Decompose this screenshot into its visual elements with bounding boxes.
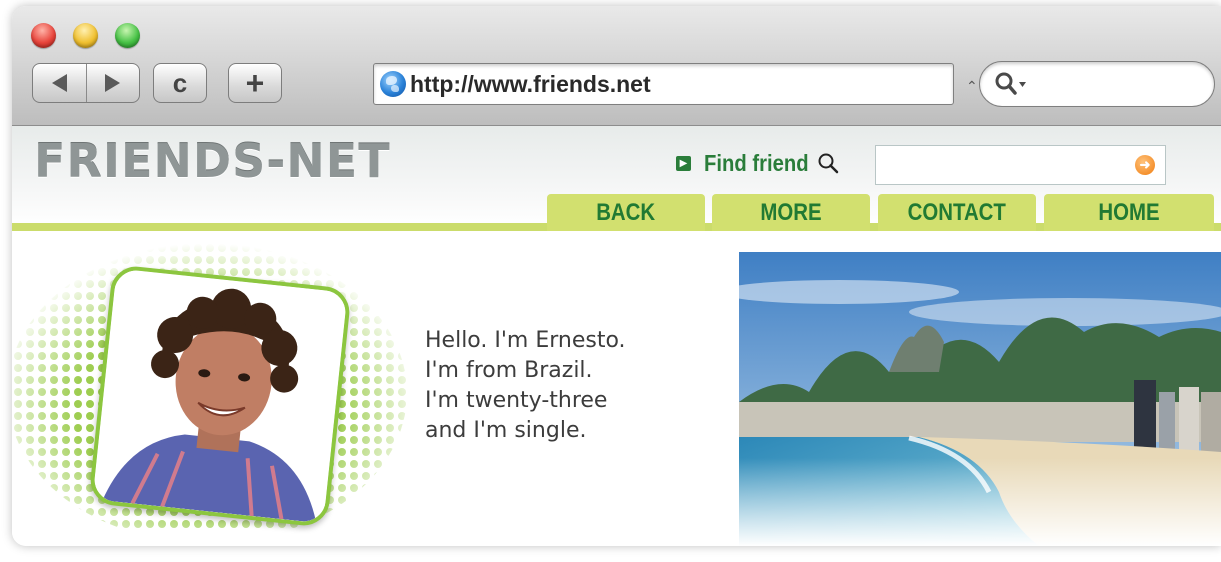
bio-line: I'm twenty-three [425,388,608,413]
nav-tab-contact-label: CONTACT [907,198,1007,226]
globe-icon [380,71,406,97]
nav-tab-back-label: BACK [596,198,656,226]
bio-line: Hello. I'm Ernesto. [425,328,626,353]
close-window-button[interactable] [31,23,56,48]
find-friend-input[interactable]: ➜ [875,145,1166,185]
new-tab-button[interactable]: + [228,63,282,103]
url-dropdown-icon[interactable]: ⌃ [966,78,978,95]
forward-button[interactable] [87,64,140,102]
nav-tab-contact[interactable]: CONTACT [878,194,1036,231]
bio-line: I'm from Brazil. [425,358,593,383]
browser-toolbar: c + http://www.friends.net ⌃ [12,6,1221,126]
profile-photo[interactable] [88,264,352,528]
browser-window: c + http://www.friends.net ⌃ FRIENDS-NET… [12,6,1221,546]
zoom-window-button[interactable] [115,23,140,48]
nav-tab-home-label: HOME [1098,198,1160,226]
minimize-window-button[interactable] [73,23,98,48]
reload-button[interactable]: c [153,63,207,103]
nav-tab-home[interactable]: HOME [1044,194,1214,231]
back-arrow-icon [51,74,67,92]
profile-bio: Hello. I'm Ernesto. I'm from Brazil. I'm… [425,326,626,446]
find-bullet-icon: ▶ [676,156,691,171]
arrow-go-icon[interactable]: ➜ [1135,155,1155,175]
plus-icon: + [245,64,265,101]
find-friend: ▶ Find friend [676,150,841,177]
bio-line: and I'm single. [425,418,587,443]
reload-icon: c [172,67,188,98]
site-logo[interactable]: FRIENDS-NET [34,134,391,188]
back-button[interactable] [33,64,87,102]
rio-beach-photo [739,252,1221,546]
avatar [92,268,348,524]
find-friend-label[interactable]: Find friend [704,150,809,177]
address-bar-url: http://www.friends.net [410,70,651,97]
nav-tab-more-label: MORE [760,198,822,226]
web-page: FRIENDS-NET ▶ Find friend ➜ BACK MORE CO… [12,126,1221,546]
back-forward-buttons [32,63,140,103]
search-icon [995,72,1026,95]
city-image [739,252,1221,546]
nav-tab-back[interactable]: BACK [547,194,705,231]
magnifier-icon [818,153,839,173]
address-bar[interactable]: http://www.friends.net [373,63,954,105]
forward-arrow-icon [105,74,121,92]
browser-search-field[interactable] [979,61,1215,107]
nav-tab-more[interactable]: MORE [712,194,870,231]
